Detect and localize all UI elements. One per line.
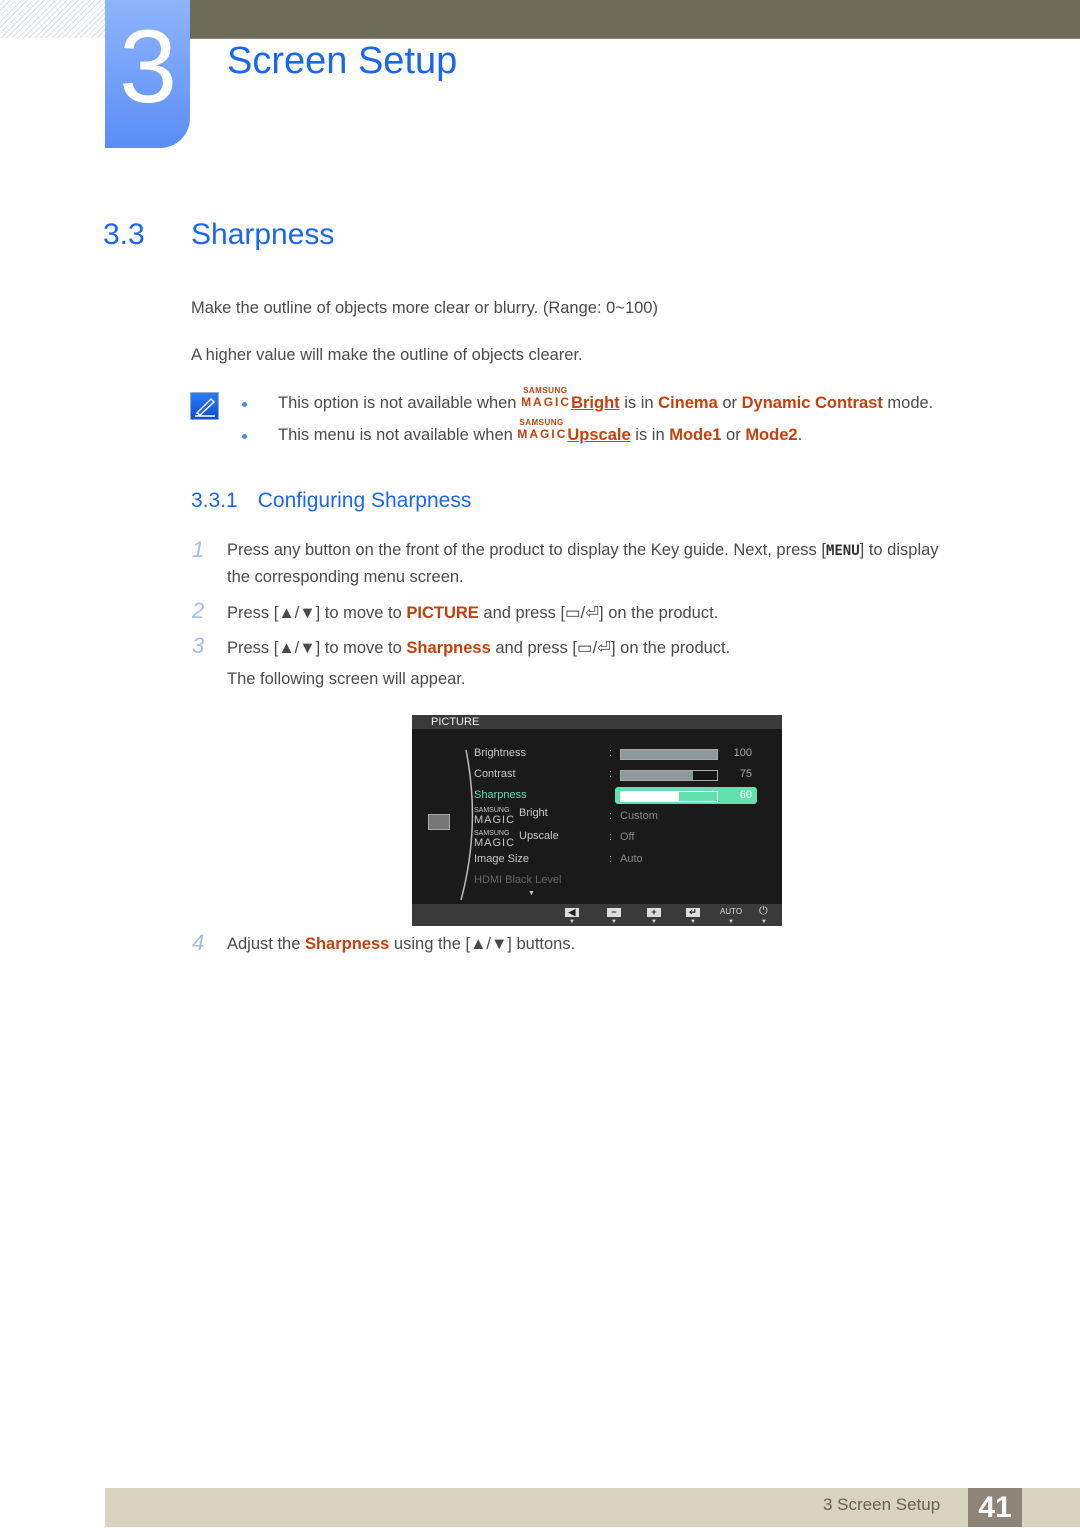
- option-dynamic-contrast: Dynamic Contrast: [741, 394, 883, 412]
- osd-item-magic-upscale[interactable]: SAMSUNG MAGIC Upscale: [474, 830, 559, 849]
- section-title: Sharpness: [191, 218, 335, 251]
- minus-button-icon[interactable]: −: [607, 908, 621, 917]
- option-mode1: Mode1: [669, 426, 722, 444]
- menu-key: MENU: [825, 543, 860, 559]
- brightness-bar: [620, 749, 718, 760]
- plus-button-icon[interactable]: +: [647, 908, 661, 917]
- bullet: [242, 434, 247, 439]
- brightness-value: 100: [733, 747, 752, 759]
- step-1-cont: the corresponding menu screen.: [227, 568, 464, 586]
- intro-paragraph: A higher value will make the outline of …: [191, 346, 583, 364]
- footer-chapter: 3 Screen Setup: [823, 1495, 941, 1514]
- image-size-value: Auto: [620, 853, 643, 865]
- osd-header: PICTURE: [412, 715, 782, 729]
- samsung-magic-logo: SAMSUNG MAGIC: [521, 386, 572, 409]
- osd-item-brightness[interactable]: Brightness: [474, 747, 526, 759]
- sharpness-value: 60: [739, 789, 752, 801]
- samsung-magic-logo: SAMSUNG MAGIC: [517, 418, 568, 441]
- section-number: 3.3: [103, 218, 145, 251]
- step-3-sub: The following screen will appear.: [227, 670, 466, 688]
- step-2: Press [▲/▼] to move to PICTURE and press…: [227, 604, 719, 622]
- auto-button[interactable]: AUTO: [720, 907, 742, 916]
- option-mode2: Mode2: [745, 426, 798, 444]
- note-item: This menu is not available when SAMSUNG M…: [278, 418, 803, 444]
- subsection-heading: 3.3.1 Configuring Sharpness: [191, 489, 472, 512]
- power-icon[interactable]: ⏻: [759, 905, 768, 918]
- note-icon: [190, 392, 219, 420]
- osd-item-hdmi-black-level: HDMI Black Level: [474, 874, 562, 886]
- osd-item-magic-bright[interactable]: SAMSUNG MAGIC Bright: [474, 807, 548, 826]
- option-cinema: Cinema: [658, 394, 718, 412]
- chapter-number: 3: [119, 9, 177, 125]
- step-number: 4: [192, 930, 205, 955]
- picture-menu-icon: [428, 814, 450, 830]
- enter-button-icon[interactable]: ↵: [686, 908, 700, 917]
- osd-screen: PICTURE Brightness : 100 Contrast : 75 S…: [412, 715, 782, 926]
- bar-fill: [621, 792, 679, 801]
- magic-upscale-value: Off: [620, 831, 635, 843]
- osd-item-sharpness[interactable]: Sharpness: [474, 789, 527, 801]
- sharpness-bar[interactable]: [620, 791, 718, 802]
- contrast-value: 75: [739, 768, 752, 780]
- header-bar: [190, 0, 1080, 39]
- step-number: 1: [192, 537, 205, 562]
- osd-button-bar: ◀ − + ↵ AUTO ⏻ ▼ ▼ ▼ ▼ ▼ ▼: [412, 904, 782, 926]
- scroll-down-icon[interactable]: ▼: [528, 890, 535, 897]
- magic-upscale-link[interactable]: Upscale: [567, 426, 630, 444]
- chapter-title: Screen Setup: [227, 40, 458, 82]
- note-text: This menu is not available when: [278, 426, 518, 444]
- step-4: Adjust the Sharpness using the [▲/▼] but…: [227, 935, 576, 953]
- note-item: This option is not available when SAMSUN…: [278, 386, 934, 412]
- step-1: Press any button on the front of the pro…: [227, 541, 939, 559]
- osd-item-contrast[interactable]: Contrast: [474, 768, 516, 780]
- bar-fill: [621, 750, 717, 759]
- decorative-hatch: [0, 0, 105, 38]
- page-number: 41: [968, 1488, 1022, 1527]
- intro-paragraph: Make the outline of objects more clear o…: [191, 299, 658, 317]
- step-3: Press [▲/▼] to move to Sharpness and pre…: [227, 639, 731, 657]
- step-number: 3: [192, 633, 205, 658]
- step-number: 2: [192, 598, 205, 623]
- left-button-icon[interactable]: ◀: [565, 908, 579, 917]
- osd-item-image-size[interactable]: Image Size: [474, 853, 529, 865]
- bar-fill: [621, 771, 693, 780]
- magic-bright-value: Custom: [620, 810, 658, 822]
- magic-bright-link[interactable]: Bright: [571, 394, 620, 412]
- bullet: [242, 402, 247, 407]
- note-text: This option is not available when: [278, 394, 522, 412]
- contrast-bar: [620, 770, 718, 781]
